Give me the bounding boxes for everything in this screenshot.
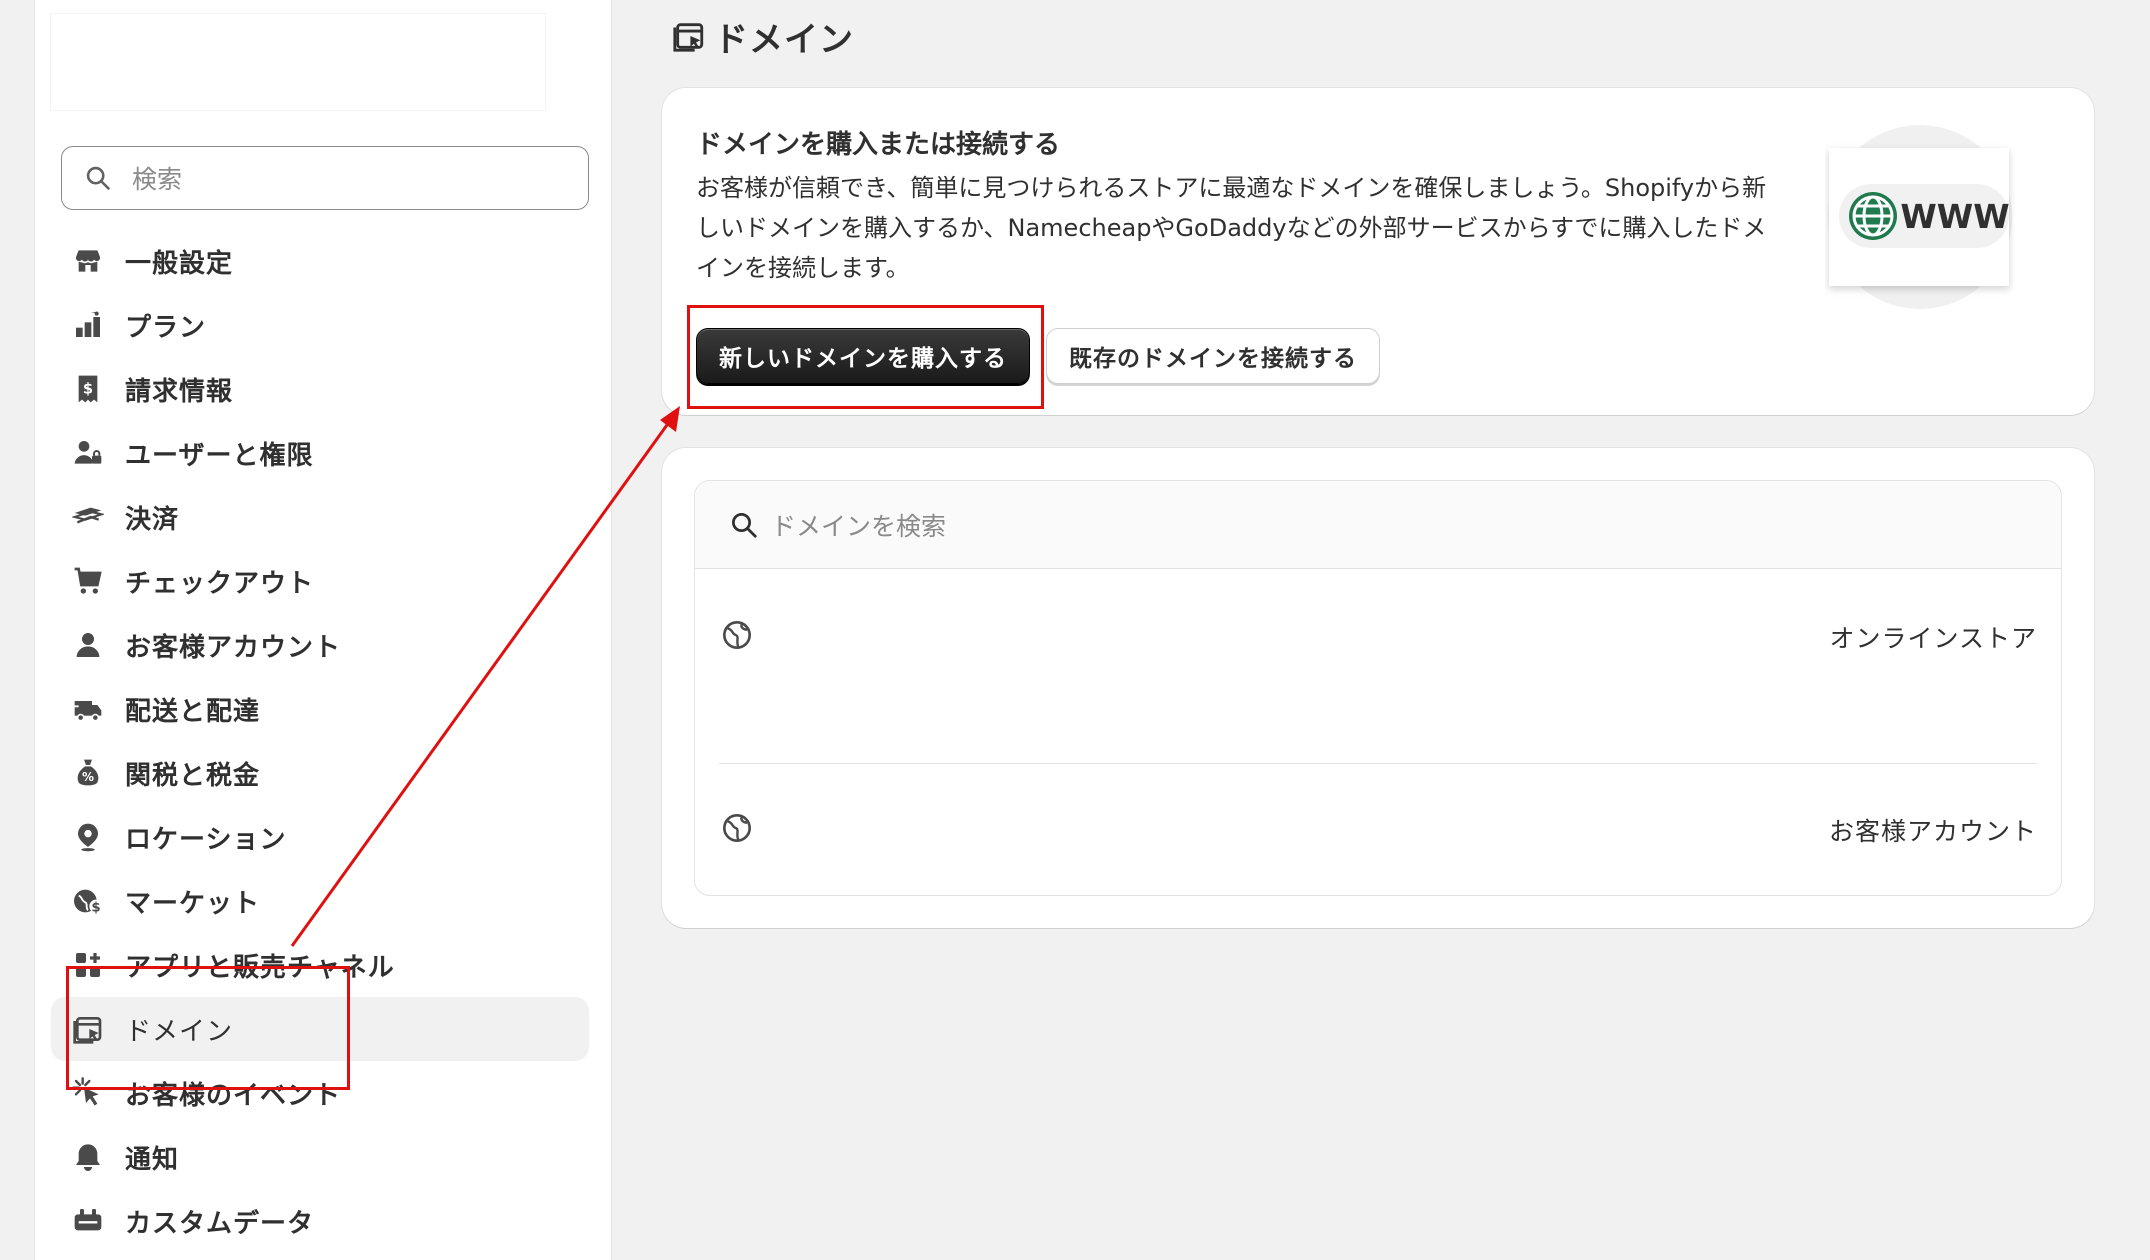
location-icon — [71, 820, 105, 854]
buy-new-domain-button[interactable]: 新しいドメインを購入する — [696, 328, 1030, 384]
sidebar-item-label: プラン — [125, 312, 207, 343]
sidebar-item-label: アプリと販売チャネル — [125, 952, 395, 983]
sidebar-item-domains[interactable]: ドメイン — [51, 997, 589, 1061]
sidebar-item-payments[interactable]: 決済 — [51, 485, 589, 549]
users-icon — [71, 436, 105, 470]
sidebar-item-shipping[interactable]: 配送と配達 — [51, 677, 589, 741]
card-heading: ドメインを購入または接続する — [696, 130, 1061, 160]
billing-icon: $ — [71, 372, 105, 406]
domain-icon — [673, 23, 704, 52]
settings-sidebar: 検索 一般設定 プラン $ 請求情報 ユーザーと権限 決済 チェックアウト お客… — [34, 0, 612, 1260]
sidebar-item-notifications[interactable]: 通知 — [51, 1125, 589, 1189]
globe-icon — [723, 814, 751, 842]
buy-or-connect-domain-card: ドメインを購入または接続する お客様が信頼でき、簡単に見つけられるストアに最適な… — [662, 88, 2094, 415]
truck-icon — [71, 692, 105, 726]
domain-row[interactable]: オンラインストア — [695, 569, 2061, 763]
domain-list: ドメインを検索 オンラインストア お客様アカウント — [694, 480, 2062, 896]
search-placeholder: 検索 — [132, 165, 183, 194]
payments-icon — [71, 500, 105, 534]
sidebar-item-markets[interactable]: $ マーケット — [51, 869, 589, 933]
sidebar-item-billing[interactable]: $ 請求情報 — [51, 357, 589, 421]
search-icon — [86, 166, 110, 190]
page-title-text: ドメイン — [714, 19, 854, 60]
sidebar-item-label: ユーザーと権限 — [125, 440, 314, 471]
tax-icon: % — [71, 756, 105, 790]
sidebar-item-label: 配送と配達 — [125, 696, 261, 727]
bell-icon — [71, 1140, 105, 1174]
domain-row[interactable]: お客様アカウント — [719, 763, 2037, 893]
plan-icon — [71, 308, 105, 342]
sidebar-item-taxes[interactable]: % 関税と税金 — [51, 741, 589, 805]
sidebar-item-label: ドメイン — [125, 1016, 234, 1047]
domain-search-placeholder: ドメインを検索 — [771, 511, 947, 541]
sidebar-item-apps[interactable]: アプリと販売チャネル — [51, 933, 589, 997]
custom-data-icon — [71, 1204, 105, 1238]
cart-icon — [71, 564, 105, 598]
store-logo-area — [51, 14, 545, 110]
sidebar-item-locations[interactable]: ロケーション — [51, 805, 589, 869]
domain-usage-tag: オンラインストア — [1829, 624, 2037, 653]
settings-search-input[interactable]: 検索 — [61, 146, 589, 210]
connect-existing-domain-button[interactable]: 既存のドメインを接続する — [1046, 328, 1380, 384]
svg-text:$: $ — [83, 381, 93, 398]
www-illustration: WWW — [1828, 125, 2012, 309]
sidebar-item-checkout[interactable]: チェックアウト — [51, 549, 589, 613]
globe-icon — [723, 621, 751, 649]
card-description: お客様が信頼でき、簡単に見つけられるストアに最適なドメインを確保しましょう。Sh… — [696, 174, 1767, 282]
sidebar-item-label: カスタムデータ — [125, 1208, 315, 1239]
sidebar-item-label: 決済 — [125, 504, 180, 535]
sidebar-item-label: 一般設定 — [125, 248, 234, 279]
domains-list-card: ドメインを検索 オンラインストア お客様アカウント — [662, 448, 2094, 928]
page-title: ドメイン — [672, 8, 854, 64]
sidebar-item-label: マーケット — [125, 888, 261, 919]
sidebar-item-customer-events[interactable]: お客様のイベント — [51, 1061, 589, 1125]
svg-text:$: $ — [91, 901, 100, 916]
cursor-icon — [71, 1076, 105, 1110]
store-icon — [71, 244, 105, 278]
sidebar-item-general[interactable]: 一般設定 — [51, 229, 589, 293]
sidebar-item-label: 関税と税金 — [125, 760, 261, 791]
www-label: WWW — [1900, 197, 2009, 236]
globe-dollar-icon: $ — [71, 884, 105, 918]
search-icon — [732, 512, 757, 538]
sidebar-item-plan[interactable]: プラン — [51, 293, 589, 357]
domain-usage-tag: お客様アカウント — [1828, 817, 2037, 846]
domain-icon — [71, 1012, 105, 1046]
apps-icon — [71, 948, 105, 982]
sidebar-item-customer-accounts[interactable]: お客様アカウント — [51, 613, 589, 677]
domain-search-input[interactable]: ドメインを検索 — [695, 481, 2061, 569]
sidebar-item-custom-data[interactable]: カスタムデータ — [51, 1189, 589, 1253]
sidebar-item-users[interactable]: ユーザーと権限 — [51, 421, 589, 485]
svg-text:%: % — [82, 770, 94, 784]
settings-nav: 一般設定 プラン $ 請求情報 ユーザーと権限 決済 チェックアウト お客様アカ… — [51, 229, 589, 1253]
sidebar-item-label: 請求情報 — [125, 376, 234, 407]
sidebar-item-label: お客様のイベント — [125, 1080, 342, 1111]
sidebar-item-label: チェックアウト — [125, 568, 315, 599]
sidebar-item-label: ロケーション — [125, 824, 287, 855]
person-icon — [71, 628, 105, 662]
sidebar-item-label: 通知 — [125, 1144, 180, 1175]
sidebar-item-label: お客様アカウント — [125, 632, 342, 663]
